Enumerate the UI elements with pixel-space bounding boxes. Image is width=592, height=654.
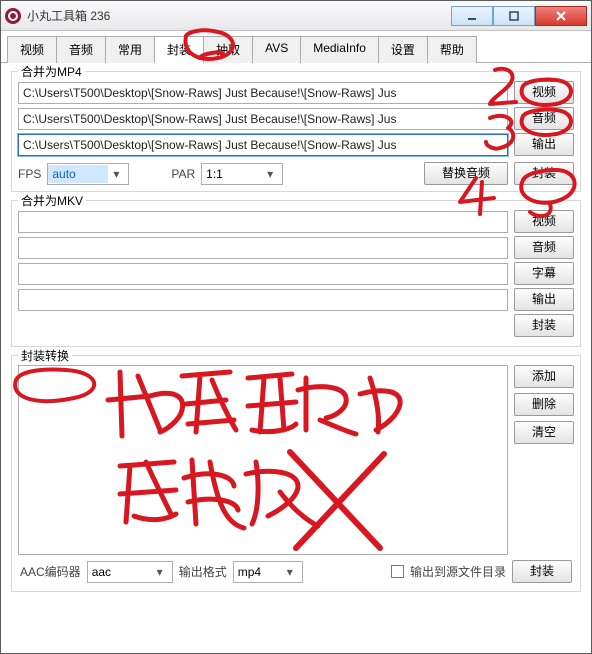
tab-bar: 视频 音频 常用 封装 抽取 AVS MediaInfo 设置 帮助 [1, 31, 591, 63]
mkv-video-path[interactable] [18, 211, 508, 233]
tab-video[interactable]: 视频 [7, 36, 57, 63]
convert-clear-button[interactable]: 清空 [514, 421, 574, 444]
mp4-audio-path[interactable]: C:\Users\T500\Desktop\[Snow-Raws] Just B… [18, 108, 508, 130]
tab-mux[interactable]: 封装 [154, 36, 204, 63]
group-convert-title: 封装转换 [18, 347, 72, 364]
mp4-output-path[interactable]: C:\Users\T500\Desktop\[Snow-Raws] Just B… [18, 134, 508, 156]
tab-mediainfo[interactable]: MediaInfo [300, 36, 379, 63]
outfmt-label: 输出格式 [179, 563, 227, 580]
mkv-audio-path[interactable] [18, 237, 508, 259]
outfmt-combo[interactable]: ▾ [233, 561, 303, 583]
mkv-output-path[interactable] [18, 289, 508, 311]
fps-label: FPS [18, 167, 41, 181]
group-mkv: 合并为MKV 视频 音频 字幕 输出 封装 [11, 200, 581, 347]
tab-audio[interactable]: 音频 [56, 36, 106, 63]
titlebar: 小丸工具箱 236 [1, 1, 591, 31]
convert-mux-button[interactable]: 封装 [512, 560, 572, 583]
outfmt-value[interactable] [234, 563, 282, 581]
group-convert: 封装转换 添加 删除 清空 AAC编码器 ▾ 输出格式 ▾ [11, 355, 581, 592]
fps-combo[interactable]: ▾ [47, 163, 129, 185]
convert-add-button[interactable]: 添加 [514, 365, 574, 388]
convert-del-button[interactable]: 删除 [514, 393, 574, 416]
tab-help[interactable]: 帮助 [427, 36, 477, 63]
group-mp4-title: 合并为MP4 [18, 63, 85, 80]
par-label: PAR [171, 167, 195, 181]
tab-avs[interactable]: AVS [252, 36, 301, 63]
par-combo[interactable]: ▾ [201, 163, 283, 185]
mkv-sub-path[interactable] [18, 263, 508, 285]
mkv-sub-button[interactable]: 字幕 [514, 262, 574, 285]
chevron-down-icon: ▾ [108, 167, 124, 181]
minimize-button[interactable] [451, 6, 493, 26]
app-logo-icon [5, 8, 21, 24]
mkv-video-button[interactable]: 视频 [514, 210, 574, 233]
fps-value[interactable] [48, 165, 108, 183]
chevron-down-icon: ▾ [152, 565, 168, 579]
window-title: 小丸工具箱 236 [27, 7, 451, 24]
mkv-output-button[interactable]: 输出 [514, 288, 574, 311]
aac-label: AAC编码器 [20, 563, 81, 580]
replace-audio-button[interactable]: 替换音频 [424, 162, 508, 185]
aac-value[interactable] [88, 563, 152, 581]
outdir-label: 输出到源文件目录 [410, 563, 506, 580]
aac-combo[interactable]: ▾ [87, 561, 173, 583]
tab-content: 合并为MP4 C:\Users\T500\Desktop\[Snow-Raws]… [1, 63, 591, 653]
tab-settings[interactable]: 设置 [378, 36, 428, 63]
app-window: 小丸工具箱 236 视频 音频 常用 封装 抽取 AVS MediaInfo 设… [0, 0, 592, 654]
maximize-button[interactable] [493, 6, 535, 26]
tab-extract[interactable]: 抽取 [203, 36, 253, 63]
chevron-down-icon: ▾ [282, 565, 298, 579]
mp4-video-button[interactable]: 视频 [514, 81, 574, 104]
mkv-audio-button[interactable]: 音频 [514, 236, 574, 259]
mp4-mux-button[interactable]: 封装 [514, 162, 574, 185]
group-mkv-title: 合并为MKV [18, 192, 86, 209]
window-controls [451, 6, 587, 26]
mp4-output-button[interactable]: 输出 [514, 133, 574, 156]
close-button[interactable] [535, 6, 587, 26]
mp4-audio-button[interactable]: 音频 [514, 107, 574, 130]
convert-file-list[interactable] [18, 365, 508, 555]
tab-common[interactable]: 常用 [105, 36, 155, 63]
mkv-mux-button[interactable]: 封装 [514, 314, 574, 337]
par-value[interactable] [202, 165, 262, 183]
outdir-checkbox[interactable] [391, 565, 404, 578]
group-mp4: 合并为MP4 C:\Users\T500\Desktop\[Snow-Raws]… [11, 71, 581, 192]
mp4-video-path[interactable]: C:\Users\T500\Desktop\[Snow-Raws] Just B… [18, 82, 508, 104]
chevron-down-icon: ▾ [262, 167, 278, 181]
